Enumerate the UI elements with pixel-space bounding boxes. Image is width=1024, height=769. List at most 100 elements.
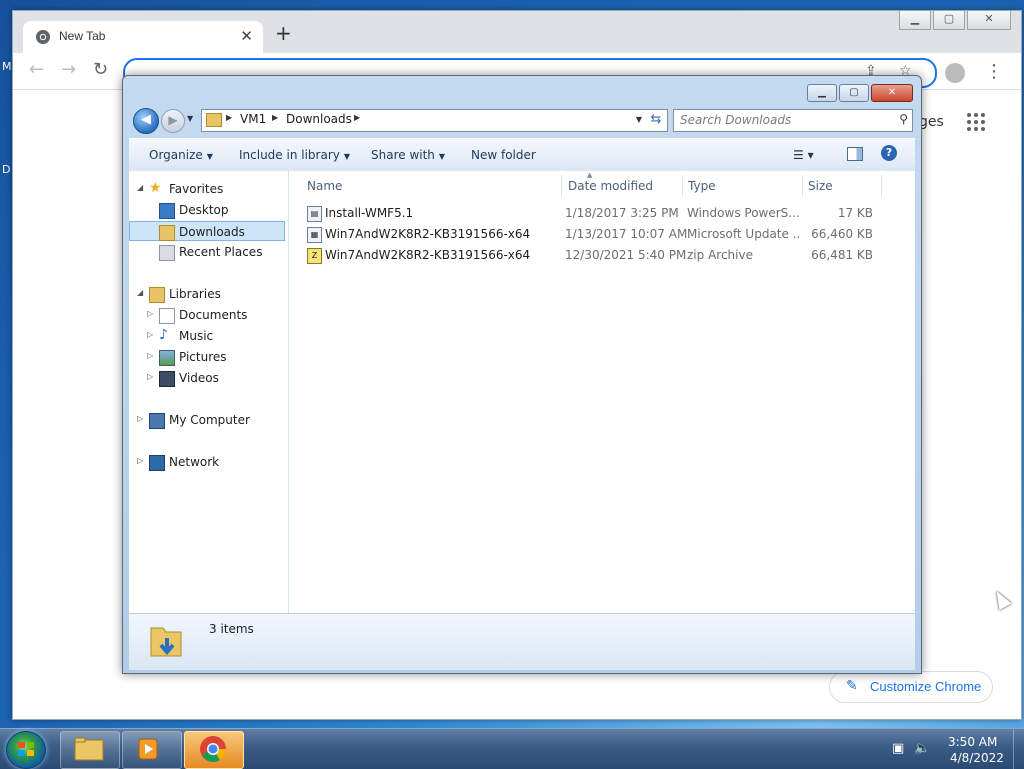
share-with-menu[interactable]: Share with ▼ (371, 148, 445, 162)
show-desktop-button[interactable] (1013, 729, 1024, 769)
back-button[interactable]: ◀ (133, 108, 159, 134)
column-header-name[interactable]: Name (307, 179, 342, 193)
taskbar-chrome-button[interactable] (184, 731, 244, 769)
column-divider[interactable] (561, 175, 562, 197)
taskbar-media-player-button[interactable] (122, 731, 182, 769)
close-icon[interactable]: ✕ (240, 27, 253, 45)
close-window-button[interactable]: ✕ (871, 84, 913, 102)
chrome-logo-icon (36, 30, 50, 44)
breadcrumb-chevron-icon[interactable]: ▶ (354, 113, 360, 122)
column-header-size[interactable]: Size (808, 179, 833, 193)
minimize-button[interactable]: ▁ (807, 84, 837, 102)
organize-label: Organize (149, 148, 203, 162)
refresh-button[interactable]: ⇆ (645, 109, 668, 132)
nav-label: Favorites (169, 182, 224, 196)
column-divider[interactable] (682, 175, 683, 197)
nav-item-music[interactable]: ▷ ♪ Music (129, 326, 285, 346)
breadcrumb-vm1[interactable]: VM1 (240, 112, 266, 126)
file-type: Windows PowerS... (687, 206, 799, 220)
shortcut-label-fragment[interactable]: ges (919, 114, 944, 130)
update-package-icon: ▦ (307, 227, 322, 243)
apps-grid-icon[interactable] (967, 113, 985, 131)
maximize-button[interactable]: ▢ (933, 11, 965, 30)
new-tab-button[interactable]: + (275, 23, 292, 43)
search-icon[interactable]: ⚲ (899, 112, 908, 126)
pencil-icon: ✎ (846, 677, 858, 693)
column-header-date-modified[interactable]: Date modified (568, 179, 653, 193)
nav-item-pictures[interactable]: ▷ Pictures (129, 347, 285, 367)
breadcrumb-chevron-icon[interactable]: ▶ (226, 113, 232, 122)
collapsed-arrow-icon[interactable]: ▷ (137, 456, 143, 465)
collapsed-arrow-icon[interactable]: ▷ (147, 309, 153, 318)
nav-item-downloads[interactable]: Downloads (129, 221, 285, 241)
nav-item-libraries[interactable]: ◢ Libraries (129, 284, 285, 304)
recent-pages-dropdown[interactable]: ▼ (187, 114, 193, 123)
computer-icon (149, 413, 165, 429)
change-view-icon[interactable]: ☰ ▾ (793, 148, 814, 162)
column-divider[interactable] (881, 175, 882, 197)
collapsed-arrow-icon[interactable]: ▷ (147, 372, 153, 381)
close-window-button[interactable]: ✕ (967, 11, 1011, 30)
column-header-type[interactable]: Type (688, 179, 716, 193)
zip-archive-icon: Z (307, 248, 322, 264)
nav-item-favorites[interactable]: ◢ ★ Favorites (129, 179, 285, 199)
file-row[interactable]: ▦ Win7AndW2K8R2-KB3191566-x64 1/13/2017 … (307, 224, 887, 244)
expanded-arrow-icon[interactable]: ◢ (137, 288, 143, 297)
navigation-pane: ◢ ★ Favorites Desktop Downloads Recent P… (129, 171, 289, 613)
sort-ascending-icon: ▲ (587, 171, 593, 179)
file-date: 12/30/2021 5:40 PM (565, 248, 687, 262)
address-dropdown-icon[interactable]: ▼ (636, 115, 642, 124)
expanded-arrow-icon[interactable]: ◢ (137, 183, 143, 192)
minimize-button[interactable]: ▁ (899, 11, 931, 30)
downloads-folder-icon (159, 225, 175, 241)
include-in-library-label: Include in library (239, 148, 340, 162)
nav-item-documents[interactable]: ▷ Documents (129, 305, 285, 325)
profile-avatar-icon[interactable] (945, 63, 965, 83)
breadcrumb-downloads[interactable]: Downloads (286, 112, 352, 126)
customize-chrome-button[interactable]: ✎ Customize Chrome (829, 671, 993, 703)
clock-time[interactable]: 3:50 AM (948, 735, 997, 749)
maximize-button[interactable]: ▢ (839, 84, 869, 102)
nav-label: Pictures (179, 350, 227, 364)
file-row[interactable]: Z Win7AndW2K8R2-KB3191566-x64 12/30/2021… (307, 245, 887, 265)
chrome-tab-title: New Tab (59, 29, 106, 43)
collapsed-arrow-icon[interactable]: ▷ (147, 330, 153, 339)
volume-icon[interactable]: 🔈 (914, 741, 930, 756)
file-row[interactable]: ▤ Install-WMF5.1 1/18/2017 3:25 PM Windo… (307, 203, 887, 223)
file-list: ▲ Name Date modified Type Size ▤ Install… (289, 171, 915, 613)
start-button[interactable] (6, 731, 46, 769)
forward-arrow-icon[interactable]: → (61, 61, 76, 79)
collapsed-arrow-icon[interactable]: ▷ (147, 351, 153, 360)
nav-label: Music (179, 329, 214, 343)
nav-item-my-computer[interactable]: ▷ My Computer (129, 410, 285, 430)
reload-icon[interactable]: ↻ (93, 61, 108, 79)
column-divider[interactable] (802, 175, 803, 197)
menu-kebab-icon[interactable]: ⋮ (985, 61, 1003, 82)
file-date: 1/13/2017 10:07 AM (565, 227, 688, 241)
organize-menu[interactable]: Organize ▼ (149, 148, 213, 162)
include-in-library-menu[interactable]: Include in library ▼ (239, 148, 350, 162)
clock-date[interactable]: 4/8/2022 (950, 751, 1004, 765)
forward-button[interactable]: ▶ (161, 109, 185, 133)
nav-item-recent-places[interactable]: Recent Places (129, 242, 285, 262)
nav-label: Recent Places (179, 245, 263, 259)
search-input[interactable]: Search Downloads ⚲ (673, 109, 913, 132)
breadcrumb-chevron-icon[interactable]: ▶ (272, 113, 278, 122)
file-size: 66,481 KB (811, 248, 873, 262)
nav-item-network[interactable]: ▷ Network (129, 452, 285, 472)
nav-item-videos[interactable]: ▷ Videos (129, 368, 285, 388)
taskbar-explorer-button[interactable] (60, 731, 120, 769)
network-icon (149, 455, 165, 471)
nav-item-desktop[interactable]: Desktop (129, 200, 285, 220)
new-folder-button[interactable]: New folder (471, 148, 536, 162)
network-status-icon[interactable]: ▣ (892, 741, 904, 756)
music-note-icon: ♪ (159, 327, 168, 343)
collapsed-arrow-icon[interactable]: ▷ (137, 414, 143, 423)
help-icon[interactable]: ? (881, 145, 897, 161)
address-bar[interactable]: ▶ VM1 ▶ Downloads ▶ ▼ (201, 109, 647, 132)
nav-label: Network (169, 455, 220, 469)
chrome-tab-new-tab[interactable]: New Tab ✕ (23, 21, 263, 53)
nav-label: Documents (179, 308, 248, 322)
preview-pane-icon[interactable] (847, 147, 863, 161)
back-arrow-icon[interactable]: ← (29, 61, 44, 79)
